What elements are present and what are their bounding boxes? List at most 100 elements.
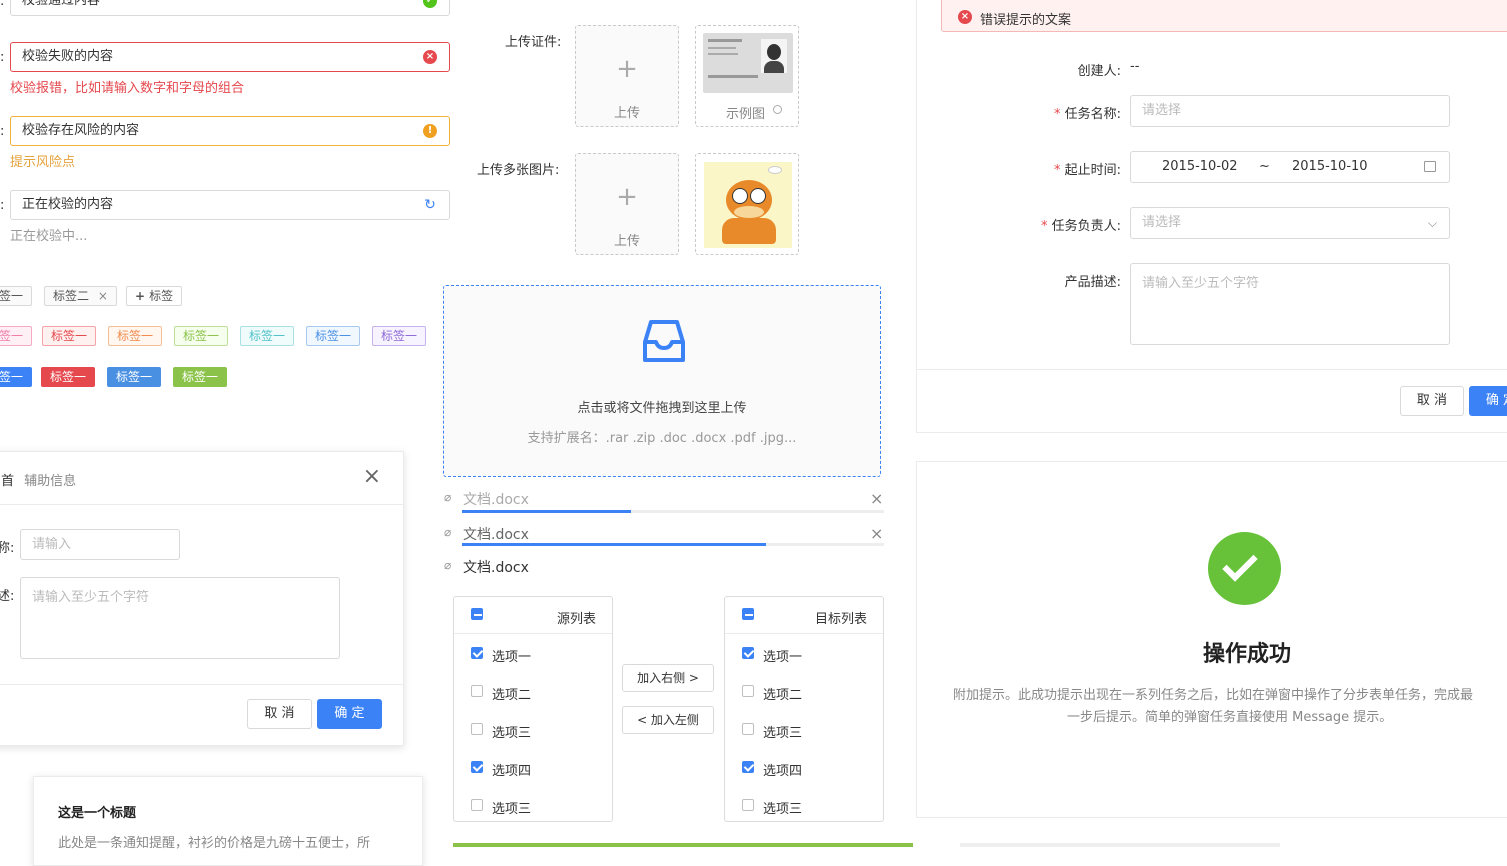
list-item[interactable]: 选项三 (725, 795, 883, 819)
creator-label: 创建人: (1077, 64, 1121, 79)
result-card: 操作成功 附加提示。此成功提示出现在一系列任务之后，比如在弹窗中操作了分步表单任… (916, 461, 1507, 818)
paperclip-icon: ⌀ (444, 558, 452, 572)
item-label: 选项三 (492, 726, 532, 741)
item-checkbox[interactable] (471, 761, 483, 773)
paperclip-icon: ⌀ (444, 490, 452, 504)
image-card[interactable] (695, 153, 799, 255)
bottom-strip (453, 843, 913, 847)
confirm-button[interactable]: 确 定 (317, 699, 382, 729)
input-value: 校验失败的内容 (22, 49, 114, 64)
item-checkbox[interactable] (742, 799, 754, 811)
paperclip-icon: ⌀ (444, 525, 452, 539)
input-value: 校验通过内容 (22, 0, 101, 8)
list-item[interactable]: 选项三 (725, 719, 883, 743)
result-desc: 附加提示。此成功提示出现在一系列任务之后，比如在弹窗中操作了分步表单任务，完成最 (953, 688, 1474, 703)
file-name[interactable]: 文档.docx (463, 557, 529, 577)
upload-id-label: 上传证件: (505, 35, 562, 50)
desc-textarea[interactable]: 请输入至少五个字符 (1130, 263, 1450, 345)
item-label: 选项二 (763, 688, 803, 703)
list-item[interactable]: 选项一 (454, 643, 612, 667)
owner-select[interactable]: 请选择 ⌵ (1130, 207, 1450, 239)
add-tag-button[interactable]: + 标签 (126, 286, 183, 306)
progress-track (462, 543, 884, 546)
validated-input-success[interactable]: 校验通过内容 ✓ (10, 0, 450, 16)
item-checkbox[interactable] (742, 723, 754, 735)
creator-value: -- (1130, 59, 1140, 74)
field-label: 称: (0, 541, 15, 556)
upload-dragger[interactable]: 点击或将文件拖拽到这里上传 支持扩展名：.rar .zip .doc .docx… (443, 285, 881, 477)
list-item[interactable]: 选项三 (454, 795, 612, 819)
start-date[interactable]: 2015-10-02 (1162, 152, 1238, 182)
tag-cyan: 标签一 (240, 326, 295, 346)
close-icon[interactable]: × (870, 524, 883, 543)
close-icon[interactable]: × (870, 489, 883, 508)
calendar-icon (1424, 161, 1436, 172)
tag-blue: 标签一 (306, 326, 361, 346)
item-checkbox[interactable] (471, 799, 483, 811)
list-item[interactable]: 选项二 (725, 681, 883, 705)
item-checkbox[interactable] (742, 685, 754, 697)
plus-icon: + (616, 182, 638, 212)
item-label: 选项四 (763, 764, 803, 779)
plus-icon: + (135, 289, 146, 303)
field-label-colon: : (0, 124, 5, 139)
close-icon[interactable]: × (98, 289, 108, 303)
validated-input-error[interactable]: 校验失败的内容 × (10, 42, 450, 72)
upload-card[interactable]: + 上传 (575, 153, 679, 255)
task-name-select[interactable]: 请选择 (1130, 95, 1450, 127)
transfer-source-list: 源列表 选项一 选项二 选项三 选项四 选项三 (453, 596, 613, 822)
cancel-button[interactable]: 取 消 (247, 699, 312, 729)
error-alert-text: 错误提示的文案 (980, 13, 1072, 28)
item-label: 选项三 (492, 802, 532, 817)
item-checkbox[interactable] (471, 685, 483, 697)
inbox-icon (643, 320, 685, 362)
field-label-colon: : (0, 0, 5, 9)
zoom-icon[interactable] (773, 105, 782, 114)
item-checkbox[interactable] (742, 647, 754, 659)
tag-filled-red: 标签一 (41, 367, 96, 387)
bottom-strip (960, 843, 1280, 847)
error-message: 校验报错，比如请输入数字和字母的组合 (10, 81, 245, 96)
cancel-button[interactable]: 取 消 (1400, 386, 1464, 416)
divider (0, 504, 403, 505)
list-item[interactable]: 选项二 (454, 681, 612, 705)
select-all-checkbox[interactable] (742, 608, 754, 620)
select-all-checkbox[interactable] (471, 608, 483, 620)
close-icon[interactable]: × (363, 466, 381, 488)
confirm-button[interactable]: 确 定 (1469, 386, 1507, 416)
modal-subtitle: 辅助信息 (24, 474, 77, 489)
list-item[interactable]: 选项三 (454, 719, 612, 743)
progress-bar (462, 543, 766, 546)
list-title: 源列表 (556, 612, 596, 627)
validated-input-loading[interactable]: 正在校验的内容 ↻ (10, 190, 450, 220)
date-range-picker[interactable]: 2015-10-02 ~ 2015-10-10 (1130, 151, 1450, 183)
list-item[interactable]: 选项四 (454, 757, 612, 781)
exclamation-circle-icon: ! (423, 124, 437, 138)
item-checkbox[interactable] (742, 761, 754, 773)
upload-card[interactable]: + 上传 (575, 25, 679, 127)
item-label: 选项一 (492, 650, 532, 665)
list-title: 目标列表 (814, 612, 867, 627)
input-value: 正在校验的内容 (22, 197, 114, 212)
validated-input-warning[interactable]: 校验存在风险的内容 ! (10, 116, 450, 146)
name-input[interactable]: 请输入 (20, 529, 180, 560)
add-right-button[interactable]: 加入右侧 > (622, 664, 714, 692)
add-left-button[interactable]: < 加入左侧 (622, 706, 714, 734)
description-textarea[interactable]: 请输入至少五个字符 (20, 577, 340, 659)
drag-text: 点击或将文件拖拽到这里上传 (577, 401, 747, 416)
item-label: 选项四 (492, 764, 532, 779)
notification-title: 这是一个标题 (58, 806, 137, 821)
textarea-placeholder: 请输入至少五个字符 (1142, 276, 1260, 291)
example-text: 示例图 (726, 107, 766, 122)
select-placeholder: 请选择 (1142, 215, 1182, 230)
range-separator: ~ (1259, 159, 1270, 174)
item-checkbox[interactable] (471, 647, 483, 659)
item-checkbox[interactable] (471, 723, 483, 735)
time-label: * 起止时间: (1053, 163, 1121, 178)
closable-tag: 标签二 × (44, 286, 117, 306)
end-date[interactable]: 2015-10-10 (1292, 152, 1368, 182)
list-item[interactable]: 选项一 (725, 643, 883, 667)
tag-filled-blue: 签一 (0, 367, 33, 387)
list-item[interactable]: 选项四 (725, 757, 883, 781)
item-label: 选项三 (763, 802, 803, 817)
